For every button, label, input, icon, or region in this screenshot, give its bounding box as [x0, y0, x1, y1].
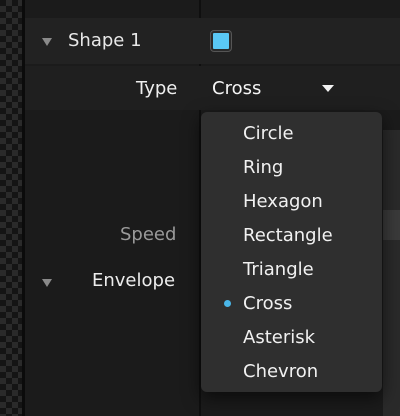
- inspector-panel: Shape 1 Type Cross Speed Envelope Circle…: [0, 0, 400, 416]
- shape-label[interactable]: Shape 1: [68, 31, 142, 51]
- menu-item-cross[interactable]: Cross: [224, 293, 293, 314]
- menu-item-hexagon[interactable]: Hexagon: [243, 192, 323, 212]
- value-column: [383, 130, 400, 416]
- menu-item-label: Ring: [243, 157, 284, 178]
- selected-dot-icon: [224, 300, 231, 307]
- shape-color-swatch[interactable]: [211, 31, 231, 51]
- speed-label: Speed: [120, 224, 177, 245]
- menu-item-triangle[interactable]: Triangle: [243, 260, 314, 280]
- menu-item-rectangle[interactable]: Rectangle: [243, 226, 333, 246]
- menu-item-ring[interactable]: Ring: [243, 158, 283, 178]
- menu-item-chevron[interactable]: Chevron: [243, 362, 318, 382]
- speed-slider-track[interactable]: [383, 210, 400, 240]
- checker-background: [0, 0, 22, 416]
- menu-item-circle[interactable]: Circle: [243, 124, 294, 144]
- menu-item-asterisk[interactable]: Asterisk: [243, 328, 315, 348]
- chevron-down-icon[interactable]: [322, 85, 334, 92]
- type-label: Type: [136, 78, 178, 99]
- type-dropdown-value[interactable]: Cross: [212, 79, 261, 99]
- type-dropdown-menu: Circle Ring Hexagon Rectangle Triangle C…: [201, 112, 382, 392]
- menu-item-label: Rectangle: [243, 225, 333, 246]
- collapse-shape-icon[interactable]: [42, 38, 52, 46]
- envelope-label[interactable]: Envelope: [92, 271, 175, 291]
- menu-item-label: Hexagon: [243, 191, 323, 212]
- menu-item-label: Asterisk: [243, 327, 316, 348]
- menu-item-label: Cross: [243, 293, 293, 314]
- menu-item-label: Triangle: [243, 259, 314, 280]
- menu-item-label: Circle: [243, 123, 294, 144]
- menu-item-label: Chevron: [243, 361, 319, 382]
- collapse-envelope-icon[interactable]: [42, 279, 52, 287]
